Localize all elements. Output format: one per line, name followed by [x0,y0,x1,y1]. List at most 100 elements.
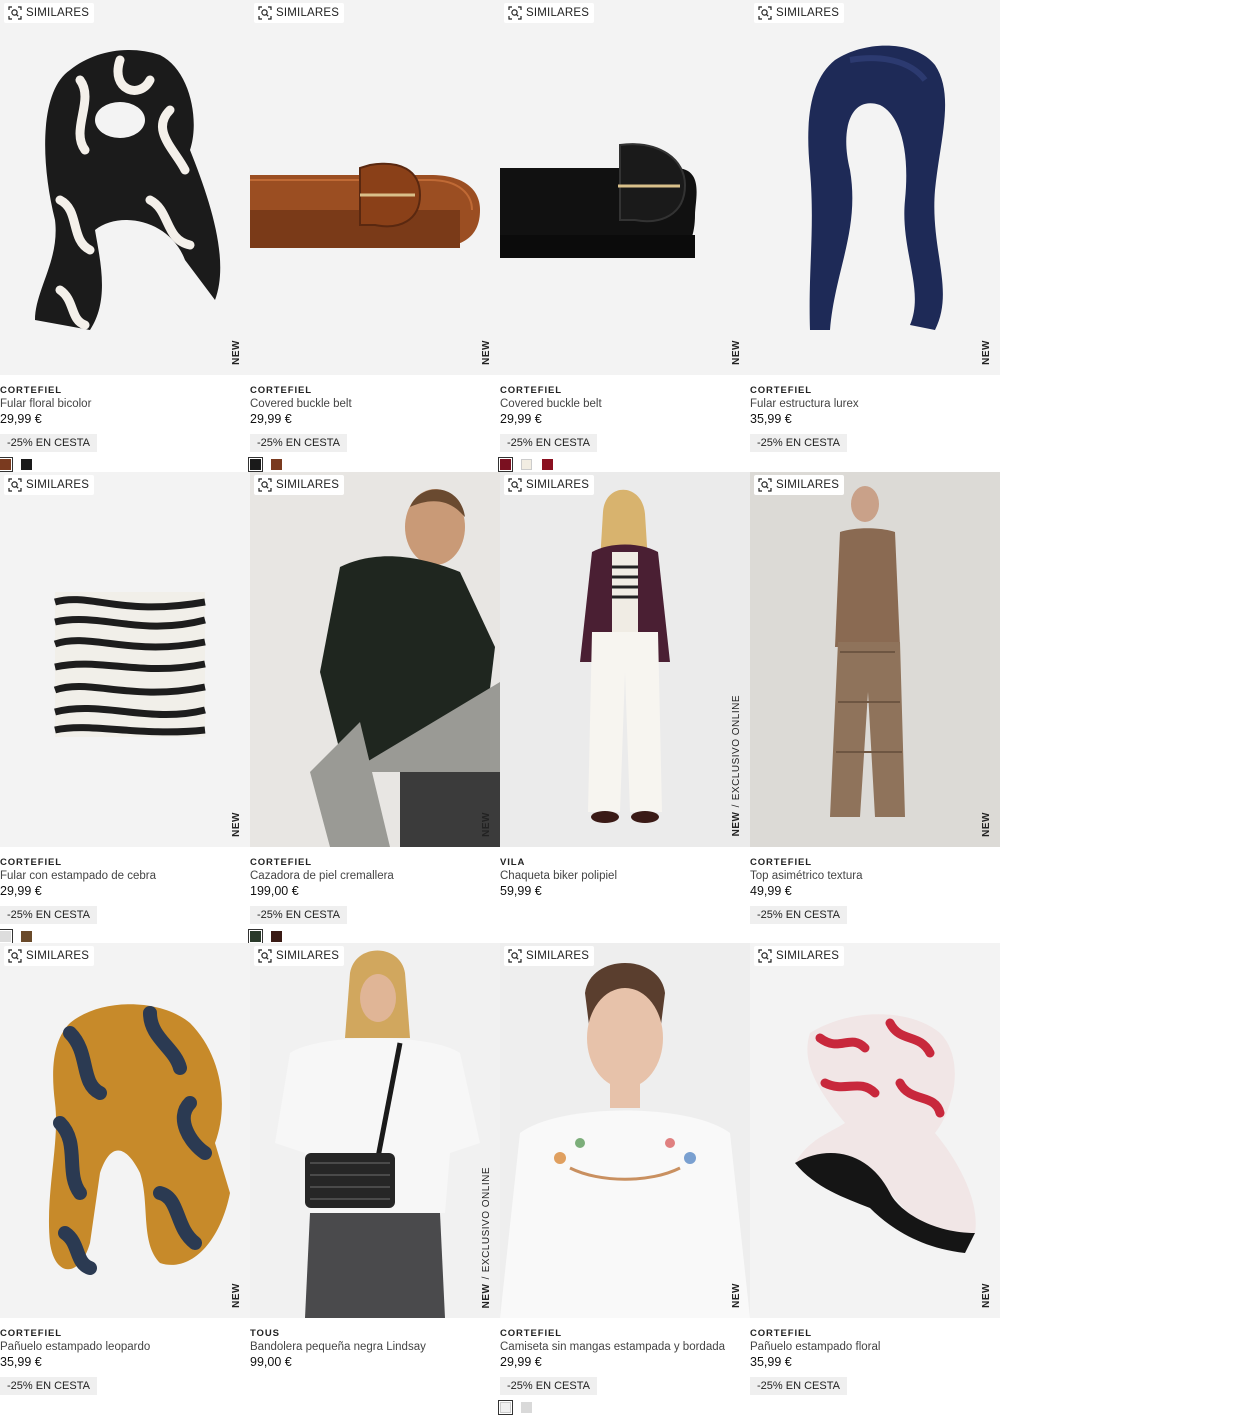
product-image[interactable]: SIMILARES NEW [0,471,250,847]
color-swatch[interactable] [271,930,282,942]
visual-search-icon [258,949,272,963]
similar-button[interactable]: SIMILARES [254,946,345,967]
product-card[interactable]: SIMILARES NEW / EXCLUSIVO ONLINE TOUS Band… [250,943,500,1415]
product-name[interactable]: Covered buckle belt [250,397,500,411]
similar-button[interactable]: SIMILARES [4,946,95,967]
product-price: 29,99 € [500,412,542,426]
product-image[interactable]: SIMILARES NEW [250,0,500,375]
new-badge: NEW [731,340,742,365]
promo-badge: -25% EN CESTA [500,434,597,452]
product-name[interactable]: Fular con estampado de cebra [0,869,250,883]
promo-badge: -25% EN CESTA [250,905,347,924]
similar-button[interactable]: SIMILARES [254,3,345,23]
color-swatch[interactable] [542,459,553,470]
product-brand: CORTEFIEL [500,1328,562,1340]
exclusive-label: EXCLUSIVO ONLINE [481,1166,492,1273]
product-name[interactable]: Top asimétrico textura [750,869,1000,883]
similar-button[interactable]: SIMILARES [754,474,845,495]
color-swatch[interactable] [521,459,532,470]
promo-badge: -25% EN CESTA [750,1377,847,1396]
product-card[interactable]: SIMILARES NEW CORTEFIEL Fular floral bic… [0,0,250,472]
color-swatch[interactable] [21,459,32,470]
product-name[interactable]: Cazadora de piel cremallera [250,869,500,883]
visual-search-icon [8,477,22,492]
product-price: 29,99 € [0,412,42,426]
product-price: 29,99 € [250,412,292,426]
product-image[interactable]: SIMILARES NEW [0,0,250,375]
visual-search-icon [508,6,522,20]
product-image[interactable]: SIMILARES NEW / EXCLUSIVO ONLINE [500,471,750,847]
color-swatch[interactable] [498,457,513,472]
product-brand: CORTEFIEL [750,856,812,868]
product-name[interactable]: Camiseta sin mangas estampada y bordada [500,1340,750,1354]
product-card[interactable]: SIMILARES NEW CORTEFIEL Pañuelo estampad… [750,943,1000,1415]
color-swatch[interactable] [248,928,263,944]
product-brand: CORTEFIEL [750,1328,812,1340]
product-image[interactable]: SIMILARES NEW [500,943,750,1319]
similar-button[interactable]: SIMILARES [4,3,95,23]
product-card[interactable]: SIMILARES NEW CORTEFIEL Pañuelo estampad… [0,943,250,1415]
visual-search-icon [8,949,22,963]
scarf-red-floral-icon [795,1014,976,1254]
similar-button[interactable]: SIMILARES [4,474,95,495]
product-image[interactable]: SIMILARES NEW [750,471,1000,847]
product-card[interactable]: SIMILARES NEW CORTEFIEL Camiseta sin man… [498,943,750,1415]
textured-top-model-icon [750,471,1000,847]
color-swatch[interactable] [271,459,282,470]
embroidered-tee-model-icon [500,943,750,1319]
similar-label: SIMILARES [776,7,840,19]
product-image[interactable]: SIMILARES NEW [750,0,1000,375]
product-name[interactable]: Fular floral bicolor [0,397,250,411]
product-name[interactable]: Fular estructura lurex [750,397,1000,411]
product-name[interactable]: Chaqueta biker polipiel [500,869,750,883]
new-badge: NEW [981,340,992,365]
product-image[interactable]: SIMILARES NEW [250,471,500,847]
product-image[interactable]: SIMILARES NEW [750,943,1000,1319]
promo-badge: -25% EN CESTA [750,434,847,452]
product-name[interactable]: Pañuelo estampado floral [750,1340,1000,1354]
product-brand: CORTEFIEL [0,1328,62,1340]
color-swatch[interactable] [248,457,263,472]
new-badge: NEW [481,812,492,837]
color-swatch[interactable] [498,1400,513,1415]
product-card[interactable]: SIMILARES NEW CORTEFIEL Covered buckle b… [248,0,500,472]
product-card[interactable]: SIMILARES NEW CORTEFIEL Fular con estamp… [0,471,250,944]
similar-button[interactable]: SIMILARES [504,3,595,23]
color-swatches [248,457,282,472]
product-card[interactable]: SIMILARES NEW CORTEFIEL Covered buckle b… [498,0,750,472]
color-swatch[interactable] [0,928,13,944]
visual-search-icon [258,477,272,492]
visual-search-icon [8,6,22,20]
product-card[interactable]: SIMILARES NEW / EXCLUSIVO ONLINE VILA Chaq… [500,471,750,944]
product-name[interactable]: Bandolera pequeña negra Lindsay [250,1340,500,1354]
promo-badge: -25% EN CESTA [0,1377,97,1396]
product-image[interactable]: SIMILARES NEW [500,0,750,375]
similar-button[interactable]: SIMILARES [504,946,595,967]
product-name[interactable]: Covered buckle belt [500,397,750,411]
color-swatch[interactable] [21,930,32,942]
new-badge: NEW [231,340,242,365]
product-brand: CORTEFIEL [0,385,62,396]
similar-label: SIMILARES [26,478,90,491]
similar-button[interactable]: SIMILARES [254,474,345,495]
similar-button[interactable]: SIMILARES [754,3,845,23]
scarf-leopard-icon [48,1004,231,1276]
color-swatch[interactable] [0,457,13,472]
new-badge: NEW [981,812,992,837]
promo-badge: -25% EN CESTA [250,434,347,452]
product-image[interactable]: SIMILARES NEW / EXCLUSIVO ONLINE [250,943,500,1319]
badge-separator: / [731,804,742,808]
product-card[interactable]: SIMILARES NEW CORTEFIEL Cazadora de piel… [248,471,500,944]
product-card[interactable]: SIMILARES NEW CORTEFIEL Top asimétrico t… [750,471,1000,944]
scarf-navy-icon [808,45,946,330]
product-name[interactable]: Pañuelo estampado leopardo [0,1340,250,1354]
product-price: 29,99 € [500,1355,542,1370]
product-image[interactable]: SIMILARES NEW [0,943,250,1319]
new-label: NEW [981,340,992,365]
color-swatches [498,457,553,472]
product-card[interactable]: SIMILARES NEW CORTEFIEL Fular estructura… [750,0,1000,472]
similar-button[interactable]: SIMILARES [504,474,595,495]
color-swatch[interactable] [521,1402,532,1414]
scarf-floral-icon [35,50,221,330]
similar-button[interactable]: SIMILARES [754,946,845,967]
